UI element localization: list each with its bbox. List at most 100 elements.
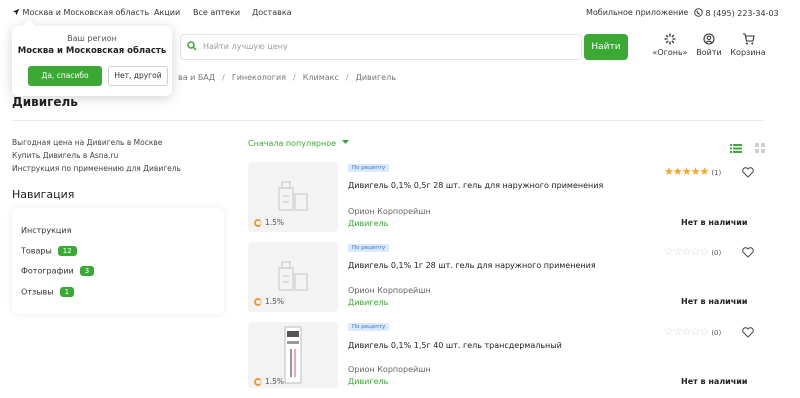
mobile-app-link[interactable]: Мобильное приложение	[586, 8, 688, 17]
cart-label: Корзина	[730, 48, 766, 57]
review-count: (0)	[711, 249, 722, 257]
product-manufacturer: Орион Корпорейшн	[348, 286, 431, 295]
delivery-link[interactable]: Доставка	[252, 8, 292, 17]
product-name[interactable]: Дивигель 0,1% 1г 28 шт. гель для наружно…	[348, 261, 596, 270]
side-link-price[interactable]: Выгодная цена на Дивигель в Москве	[12, 138, 162, 147]
cashback-value: 1.5%	[265, 377, 285, 386]
spinner-icon	[664, 33, 676, 45]
all-pharmacies-link[interactable]: Все аптеки	[193, 8, 240, 17]
prescription-badge: По рецепту	[348, 323, 390, 331]
search-box[interactable]: Найти лучшую цену	[180, 34, 582, 60]
popup-region: Москва и Московская область	[17, 46, 167, 56]
search-input[interactable]: Найти лучшую цену	[203, 42, 288, 51]
ogon-label: «Огонь»	[652, 48, 688, 57]
search-button[interactable]: Найти	[584, 34, 628, 60]
product-name[interactable]: Дивигель 0,1% 1,5г 40 шт. гель трансдерм…	[348, 341, 562, 350]
star-empty: ☆☆☆☆☆	[664, 245, 709, 258]
location-arrow-icon	[12, 8, 20, 16]
rating-stars: ★★★★★ (1)	[664, 165, 721, 178]
nav-item-label: Отзывы	[21, 287, 54, 297]
product-manufacturer: Орион Корпорейшн	[348, 365, 431, 374]
nav-item-label: Товары	[21, 246, 52, 256]
login-button[interactable]: Войти	[696, 33, 722, 57]
login-label: Войти	[696, 48, 722, 57]
review-count: (1)	[711, 169, 722, 177]
cashback-badge: 1.5%	[254, 377, 284, 386]
page-title: Дивигель	[12, 95, 78, 109]
review-count: (0)	[711, 329, 722, 337]
cashback-icon	[254, 378, 262, 386]
sort-label: Сначала популярное	[248, 139, 337, 148]
cashback-badge: 1.5%	[254, 297, 284, 306]
favorite-heart-icon[interactable]	[742, 327, 754, 338]
cashback-icon	[254, 219, 262, 227]
view-toggle	[730, 138, 766, 157]
nav-item-label: Фотографии	[21, 266, 74, 276]
cart-icon	[742, 33, 755, 45]
divider	[12, 120, 764, 121]
chevron-down-icon	[341, 140, 349, 144]
medicine-placeholder-icon	[278, 181, 308, 211]
user-icon	[703, 33, 715, 45]
nav-item-products[interactable]: Товары 12	[21, 246, 77, 256]
cashback-icon	[254, 298, 262, 306]
favorite-heart-icon[interactable]	[742, 247, 754, 258]
search-icon	[187, 41, 197, 51]
product-name[interactable]: Дивигель 0,1% 0,5г 28 шт. гель для наруж…	[348, 181, 603, 190]
cashback-value: 1.5%	[265, 297, 285, 306]
change-region-button[interactable]: Нет, другой	[108, 66, 168, 86]
navigation-title: Навигация	[12, 188, 75, 201]
favorite-heart-icon[interactable]	[742, 167, 754, 178]
cashback-value: 1.5%	[265, 218, 285, 227]
star-filled: ★★★★★	[664, 165, 709, 178]
navigation-panel: Инструкция Товары 12 Фотографии 3 Отзывы 1	[12, 208, 224, 314]
confirm-region-button[interactable]: Да, спасибо	[28, 66, 102, 86]
promo-link[interactable]: Акции	[154, 8, 180, 17]
breadcrumb-item[interactable]: Климакс	[303, 73, 339, 82]
breadcrumb-item[interactable]: Гинекология	[232, 73, 286, 82]
stock-status: Нет в наличии	[681, 377, 748, 386]
rating-stars: ☆☆☆☆☆ (0)	[664, 325, 721, 338]
nav-item-instruction[interactable]: Инструкция	[21, 226, 71, 235]
product-brand[interactable]: Дивигель	[348, 377, 388, 386]
product-manufacturer: Орион Корпорейшн	[348, 207, 431, 216]
breadcrumb-separator: /	[222, 73, 225, 82]
nav-item-label: Инструкция	[21, 226, 72, 235]
nav-item-reviews[interactable]: Отзывы 1	[21, 287, 75, 297]
breadcrumb-separator: /	[345, 73, 349, 82]
nav-item-photos[interactable]: Фотографии 3	[21, 266, 95, 276]
sort-dropdown[interactable]: Сначала популярное	[248, 139, 349, 148]
top-bar: Москва и Московская область Акции Все ап…	[0, 0, 800, 26]
breadcrumb-item[interactable]: ва и БАД	[178, 73, 215, 82]
list-view-icon[interactable]	[730, 144, 742, 153]
prescription-badge: По рецепту	[348, 244, 390, 252]
phone-icon	[694, 8, 703, 17]
side-link-instruction[interactable]: Инструкция по применению для Дивигель	[12, 164, 181, 173]
region-selector[interactable]: Москва и Московская область	[12, 8, 149, 17]
phone-number: 8 (495) 223-34-03	[705, 9, 779, 18]
region-popup: Ваш регион Москва и Московская область Д…	[12, 18, 172, 96]
gel-tube-image	[284, 326, 302, 384]
count-badge: 12	[57, 246, 77, 256]
stock-status: Нет в наличии	[681, 218, 748, 227]
rating-stars: ☆☆☆☆☆ (0)	[664, 245, 721, 258]
count-badge: 1	[59, 287, 75, 297]
ogon-button[interactable]: «Огонь»	[650, 33, 690, 57]
cashback-badge: 1.5%	[254, 218, 284, 227]
star-empty: ☆☆☆☆☆	[664, 325, 709, 338]
stock-status: Нет в наличии	[681, 297, 748, 306]
phone-link[interactable]: 8 (495) 223-34-03	[694, 8, 779, 18]
product-brand[interactable]: Дивигель	[348, 298, 388, 307]
popup-label: Ваш регион	[67, 34, 117, 43]
side-link-buy[interactable]: Купить Дивигель в Asna.ru	[12, 151, 118, 160]
cart-button[interactable]: Корзина	[730, 33, 766, 57]
breadcrumb-current: Дивигель	[355, 73, 396, 82]
region-label: Москва и Московская область	[22, 8, 150, 17]
count-badge: 3	[79, 266, 95, 276]
breadcrumb: ва и БАД / Гинекология / Климакс / Дивигель	[178, 73, 396, 82]
grid-view-icon[interactable]	[755, 143, 766, 153]
breadcrumb-separator: /	[293, 73, 296, 82]
prescription-badge: По рецепту	[348, 164, 390, 172]
product-brand[interactable]: Дивигель	[348, 219, 388, 228]
medicine-placeholder-icon	[278, 261, 308, 291]
